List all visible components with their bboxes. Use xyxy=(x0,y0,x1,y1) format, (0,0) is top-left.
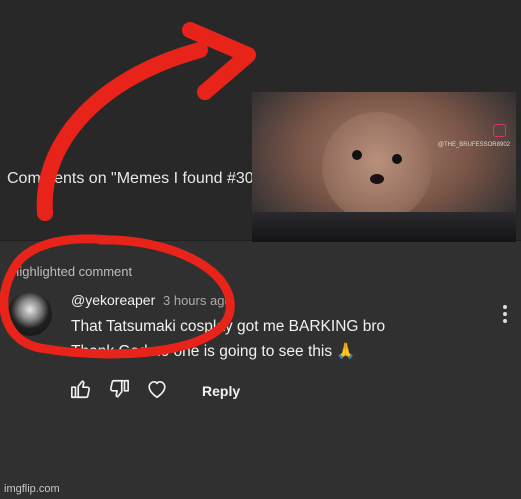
instagram-icon xyxy=(493,124,506,137)
image-watermark-handle: @THE_BRUFESSOR8902 xyxy=(437,142,510,148)
car-interior xyxy=(252,212,516,242)
reply-button[interactable]: Reply xyxy=(202,383,240,399)
more-options-icon[interactable] xyxy=(502,305,508,327)
imgflip-watermark: imgflip.com xyxy=(4,483,60,495)
avatar[interactable] xyxy=(8,292,52,336)
dog-face xyxy=(322,112,432,222)
meme-dog-image: @THE_BRUFESSOR8902 xyxy=(252,92,516,242)
thumbs-down-icon[interactable] xyxy=(108,378,130,400)
heart-icon[interactable] xyxy=(146,378,168,400)
comment-username[interactable]: @yekoreaper xyxy=(71,292,155,308)
thumbs-up-icon[interactable] xyxy=(70,378,92,400)
dog-right-eye xyxy=(392,154,402,164)
dog-left-eye xyxy=(352,150,362,160)
dog-nose xyxy=(370,174,384,184)
comment-text-line-2: Thank God no one is going to see this 🙏 xyxy=(71,343,356,360)
highlighted-comment-label: Highlighted comment xyxy=(10,264,133,279)
comment-text-line-1: That Tatsumaki cosplay got me BARKING br… xyxy=(71,318,386,335)
comment-timestamp[interactable]: 3 hours ago xyxy=(163,293,232,308)
comments-title: Comments on "Memes I found #30 xyxy=(7,170,254,187)
